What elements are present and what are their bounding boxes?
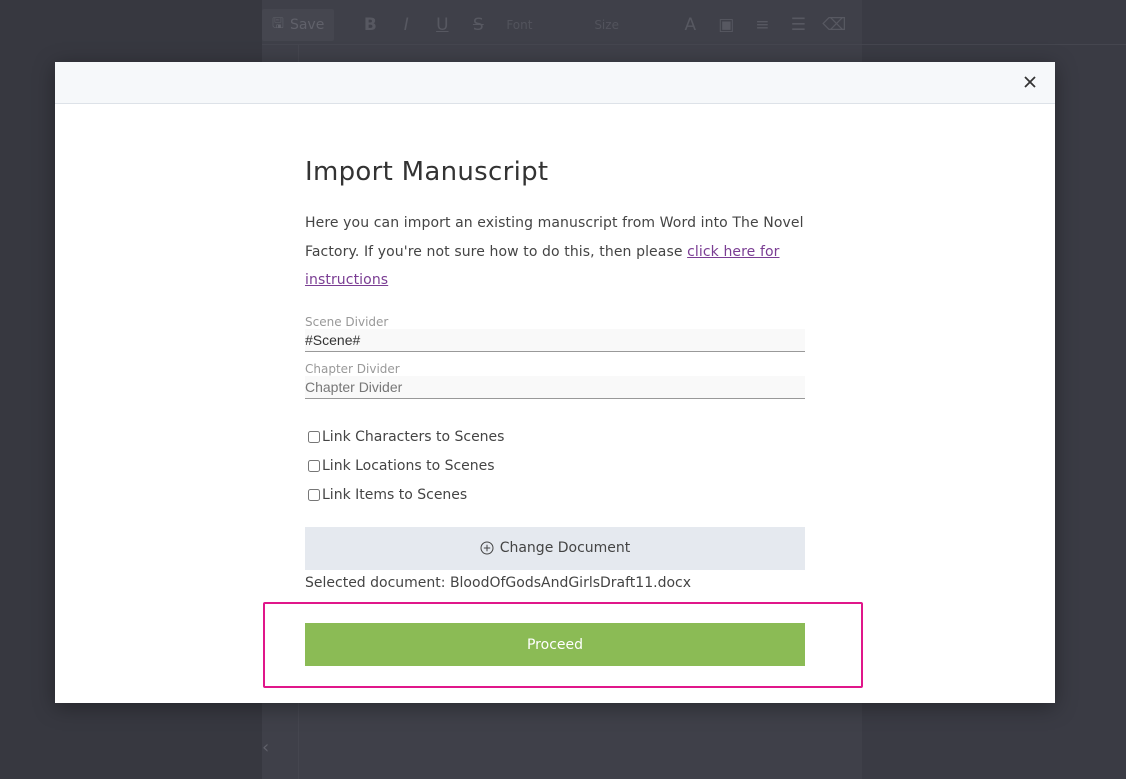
bold-icon: B xyxy=(363,15,377,35)
modal-header xyxy=(55,62,1055,104)
modal-title: Import Manuscript xyxy=(305,157,549,187)
background-size-select: Size xyxy=(594,18,619,32)
list-icon: ☰ xyxy=(790,15,806,35)
change-document-button[interactable]: Change Document xyxy=(305,526,805,570)
close-button[interactable] xyxy=(1019,71,1041,93)
link-locations-option[interactable]: Link Locations to Scenes xyxy=(305,452,805,481)
close-icon xyxy=(1024,76,1036,88)
link-characters-checkbox[interactable] xyxy=(308,431,320,443)
align-icon: ≡ xyxy=(755,15,770,35)
link-characters-label: Link Characters to Scenes xyxy=(322,429,505,445)
link-items-checkbox[interactable] xyxy=(308,489,320,501)
plus-circle-icon xyxy=(480,541,494,555)
import-manuscript-modal: Import Manuscript Here you can import an… xyxy=(55,62,1055,703)
scene-divider-label: Scene Divider xyxy=(305,314,389,329)
chapter-divider-field: Chapter Divider xyxy=(305,362,805,399)
change-document-label: Change Document xyxy=(499,540,631,556)
proceed-button[interactable]: Proceed xyxy=(305,623,805,666)
background-toolbar-rule xyxy=(262,44,1126,45)
intro-text: Here you can import an existing manuscri… xyxy=(305,209,805,295)
link-locations-label: Link Locations to Scenes xyxy=(322,458,495,474)
underline-icon: U xyxy=(436,15,449,35)
highlight-color-icon: ▣ xyxy=(718,15,735,35)
link-options: Link Characters to Scenes Link Locations… xyxy=(305,423,805,510)
save-icon: 🖫 xyxy=(272,16,284,32)
modal-body: Import Manuscript Here you can import an… xyxy=(305,157,805,591)
text-color-icon: A xyxy=(684,15,697,35)
eraser-icon: ⌫ xyxy=(822,15,847,35)
chapter-divider-label: Chapter Divider xyxy=(305,361,400,376)
chapter-divider-input[interactable] xyxy=(305,375,805,399)
chevron-left-icon: ‹ xyxy=(262,737,270,758)
background-font-select: Font xyxy=(506,18,533,32)
link-locations-checkbox[interactable] xyxy=(308,460,320,472)
italic-icon: I xyxy=(403,15,409,35)
link-items-label: Link Items to Scenes xyxy=(322,487,468,503)
link-characters-option[interactable]: Link Characters to Scenes xyxy=(305,423,805,452)
scene-divider-field: Scene Divider xyxy=(305,315,805,352)
background-toolbar: 🖫 Save B I U S Font Size A ▣ ≡ ☰ ⌫ xyxy=(262,8,872,42)
selected-document-text: Selected document: BloodOfGodsAndGirlsDr… xyxy=(305,574,691,591)
background-save-label: Save xyxy=(289,17,325,33)
link-items-option[interactable]: Link Items to Scenes xyxy=(305,481,805,510)
strikethrough-icon: S xyxy=(472,15,484,35)
scene-divider-input[interactable] xyxy=(305,328,805,352)
background-save-button: 🖫 Save xyxy=(262,9,335,41)
